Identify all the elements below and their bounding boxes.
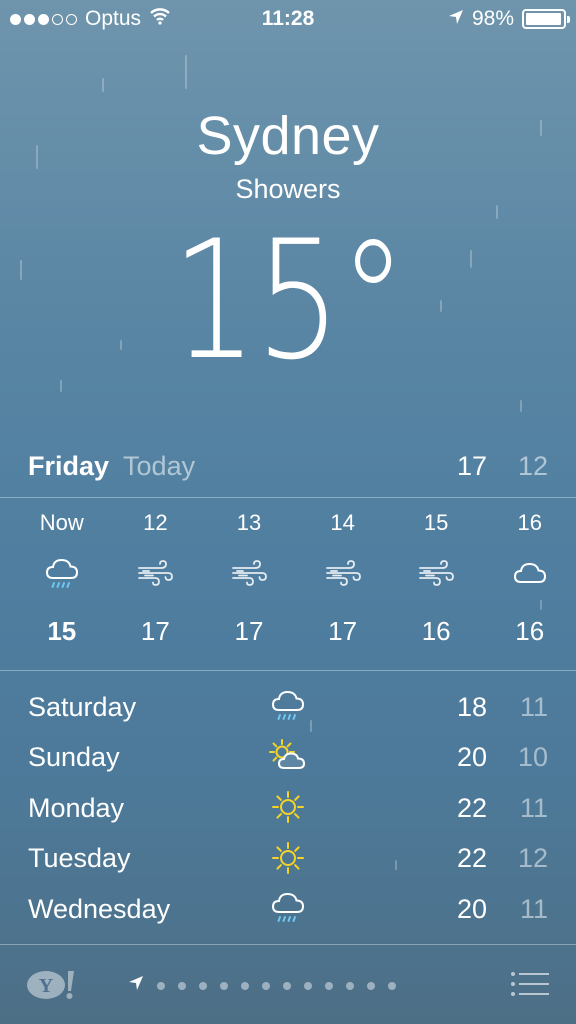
page-dot[interactable] [388,981,396,990]
wind-icon [135,544,175,604]
daily-forecast: Saturday 18 11 Sunday 20 10 Monday 22 11… [28,682,548,935]
daily-row: Saturday 18 11 [28,682,548,733]
daily-row: Monday 22 11 [28,783,548,834]
daily-day-name: Monday [28,792,125,823]
cloud-icon [510,544,550,604]
today-label: Today [123,450,196,481]
today-day-name: Friday [28,450,110,481]
daily-day-name: Saturday [28,691,137,722]
daily-high: 18 [456,691,487,722]
daily-high: 22 [456,792,487,823]
current-condition: Showers [235,174,341,204]
rain-cloud-icon [268,686,308,733]
daily-low: 11 [519,792,548,823]
daily-day-name: Sunday [28,742,120,773]
wind-icon [323,544,363,604]
daily-day-name: Tuesday [28,843,131,874]
page-dot[interactable] [304,981,312,990]
yahoo-logo-icon[interactable]: Y [26,969,78,1006]
hourly-time: Now [39,510,84,535]
today-high: 17 [456,450,487,481]
daily-low: 10 [517,742,548,773]
hourly-item: 13 17 [202,510,296,647]
current-location-icon [128,975,144,996]
hourly-time: 15 [423,510,449,535]
hourly-item: 15 16 [389,510,483,647]
page-dot[interactable] [178,981,186,990]
page-dot[interactable] [283,981,291,990]
status-bar: Optus 11:28 98% [0,0,576,40]
sun-icon [268,787,308,834]
page-dot[interactable] [199,981,207,990]
hourly-item: Now 15 [15,510,109,647]
daily-low: 11 [519,893,548,924]
hourly-time: 14 [330,510,355,535]
city-list-button[interactable] [510,971,550,1002]
daily-day-name: Wednesday [28,893,171,924]
daily-high: 20 [456,893,487,924]
today-low: 12 [517,450,548,481]
hourly-item: 12 17 [109,510,203,647]
hourly-time: 16 [517,510,542,535]
divider-top [0,497,576,498]
page-dot[interactable] [325,981,333,990]
current-temperature: 15° [171,205,406,396]
daily-row: Wednesday 20 11 [28,884,548,935]
bottom-toolbar: Y [0,945,576,1024]
daily-low: 12 [517,843,548,874]
daily-high: 22 [456,843,487,874]
hourly-time: 13 [236,510,262,535]
divider-middle [0,670,576,671]
page-dot[interactable] [346,981,354,990]
page-dot[interactable] [220,981,228,990]
hourly-temp: 17 [140,616,170,646]
daily-row: Tuesday 22 12 [28,834,548,885]
hourly-temp: 15 [47,616,77,646]
daily-high: 20 [456,742,487,773]
rain-cloud-icon [42,544,82,604]
page-dot[interactable] [262,981,270,990]
hourly-temp: 16 [515,616,545,646]
hourly-time: 12 [143,510,168,535]
partly-sunny-icon [268,737,308,784]
today-summary-row: Friday Today 17 12 [28,448,548,484]
hourly-forecast[interactable]: Now 15 12 17 13 17 14 17 15 16 16 16 [15,510,576,647]
city-name: Sydney [196,106,380,166]
rain-cloud-icon [268,888,308,935]
daily-low: 11 [519,691,548,722]
location-arrow-icon [448,7,464,31]
page-dot[interactable] [241,981,249,990]
battery-icon [522,9,570,29]
hourly-item: 14 17 [296,510,390,647]
hourly-temp: 17 [328,616,358,646]
wind-icon [229,544,269,604]
sun-icon [268,838,308,885]
page-indicator[interactable] [128,975,409,996]
battery-percent: 98% [471,7,514,30]
page-dot[interactable] [367,981,375,990]
hourly-temp: 16 [421,616,451,646]
page-dot[interactable] [157,981,165,990]
daily-row: Sunday 20 10 [28,733,548,784]
hourly-temp: 17 [234,616,264,646]
hourly-item: 16 16 [483,510,576,647]
svg-text:Y: Y [39,975,54,997]
wind-icon [416,544,456,604]
